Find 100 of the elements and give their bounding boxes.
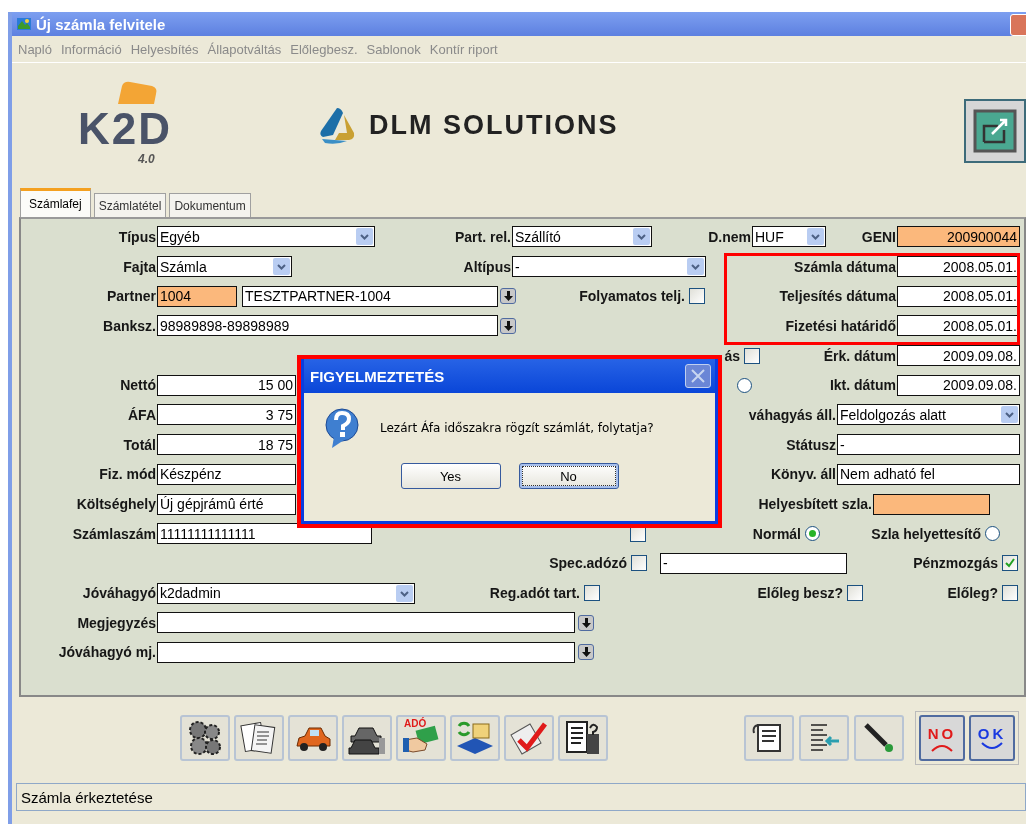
field-label: Fizetési határidő xyxy=(784,317,897,334)
tab[interactable]: Számlatétel xyxy=(93,193,167,217)
tab[interactable]: Számlafej xyxy=(20,188,91,217)
text-field[interactable]: 2009.09.08. xyxy=(897,345,1020,367)
text-field[interactable]: - xyxy=(660,552,847,574)
edit-icon xyxy=(972,108,1018,154)
checkbox[interactable] xyxy=(631,555,647,572)
field-label: Fajta xyxy=(122,258,157,275)
field-label: Part. rel. xyxy=(453,228,512,245)
field-label: Érk. dátum xyxy=(822,347,897,364)
field-label: váhagyás áll. xyxy=(747,406,837,423)
toolbar-button[interactable] xyxy=(342,715,392,761)
field-label: Szla helyettesítő xyxy=(870,525,982,542)
checkbox[interactable] xyxy=(689,288,705,305)
text-field[interactable]: 2008.05.01. xyxy=(897,285,1020,307)
field-label: Nettó xyxy=(119,377,157,394)
field-label: Könyv. áll xyxy=(769,466,837,483)
checkbox[interactable] xyxy=(847,585,863,602)
field-label: Jóváhagyó xyxy=(81,585,157,602)
field-label: Számla dátuma xyxy=(793,258,897,275)
text-field[interactable]: - xyxy=(837,434,1020,456)
down-arrow-icon xyxy=(581,647,591,658)
close-icon xyxy=(691,369,705,383)
dropdown[interactable]: Szállító xyxy=(512,226,652,248)
text-field[interactable]: 98989898-89898989 xyxy=(157,315,498,337)
text-field[interactable]: 11111111111111 xyxy=(157,523,372,545)
smile-icon xyxy=(979,741,1005,752)
dropdown[interactable]: - xyxy=(512,256,706,278)
radio-button[interactable] xyxy=(985,526,1000,542)
lookup-button[interactable] xyxy=(578,644,594,661)
text-field[interactable]: 2008.05.01. xyxy=(897,315,1020,337)
toolbar-button[interactable] xyxy=(799,715,849,761)
text-field[interactable]: 2009.09.08. xyxy=(897,374,1020,396)
field-label: Helyesbített szla. xyxy=(757,496,873,513)
field-label: ás xyxy=(724,347,741,364)
window-title: Új számla felvitele xyxy=(36,15,166,33)
radio-button[interactable] xyxy=(737,377,752,393)
company-name: DLM SOLUTIONS xyxy=(369,109,619,141)
checkbox[interactable] xyxy=(584,585,600,602)
tab[interactable]: Dokumentum xyxy=(169,193,251,217)
text-field[interactable]: 18 75 xyxy=(157,434,296,456)
toolbar-button[interactable] xyxy=(744,715,794,761)
toolbar-button[interactable] xyxy=(558,715,608,761)
logo-version: 4.0 xyxy=(138,152,155,166)
dialog-title: FIGYELMEZTETÉS xyxy=(310,367,445,385)
dropdown[interactable]: Egyéb xyxy=(157,226,375,248)
toolbar-button[interactable] xyxy=(854,715,904,761)
field-label: Előleg? xyxy=(946,585,999,602)
edit-button[interactable] xyxy=(964,99,1026,163)
tax-label: ADÓ xyxy=(404,718,427,729)
status-bar: Számla érkeztetése xyxy=(16,783,1026,811)
dropdown[interactable]: k2dadmin xyxy=(157,582,415,604)
checkbox[interactable] xyxy=(744,347,760,364)
down-arrow-icon xyxy=(503,291,513,302)
dropdown[interactable]: Feldolgozás alatt xyxy=(837,404,1020,426)
field-label: Pénzmozgás xyxy=(912,555,999,572)
text-field[interactable]: 200900044 xyxy=(897,226,1020,248)
text-field[interactable]: Nem adható fel xyxy=(837,463,1020,485)
text-field[interactable]: 1004 xyxy=(157,285,237,307)
field-label: Totál xyxy=(122,436,157,453)
checkbox[interactable] xyxy=(1002,585,1018,602)
app-icon xyxy=(16,16,32,32)
field-label: D.nem xyxy=(707,228,752,245)
k2d-logo: K2D xyxy=(78,107,173,151)
dropdown[interactable]: HUF xyxy=(752,226,826,248)
toolbar-button[interactable] xyxy=(234,715,284,761)
text-field[interactable]: 3 75 xyxy=(157,404,296,426)
field-label: Spec.adózó xyxy=(548,555,628,572)
dialog-button[interactable]: Yes xyxy=(400,463,501,489)
toolbar-button[interactable]: ADÓ xyxy=(396,715,446,761)
toolbar-button[interactable] xyxy=(180,715,230,761)
radio-button[interactable] xyxy=(805,526,820,542)
field-label: Költséghely xyxy=(75,496,157,513)
field-label: Ikt. dátum xyxy=(828,377,897,394)
lookup-button[interactable] xyxy=(578,614,594,631)
lookup-button[interactable] xyxy=(500,288,516,305)
lookup-button[interactable] xyxy=(500,317,516,334)
text-field[interactable]: 15 00 xyxy=(157,374,296,396)
down-arrow-icon xyxy=(503,320,513,331)
text-field[interactable] xyxy=(157,641,575,663)
field-label: Megjegyzés xyxy=(76,614,157,631)
triangle-logo-icon xyxy=(317,105,357,145)
dialog-button[interactable]: No xyxy=(518,463,619,489)
dropdown[interactable]: Számla xyxy=(157,256,292,278)
question-icon xyxy=(324,407,360,449)
text-field[interactable]: TESZTPARTNER-1004 xyxy=(242,285,498,307)
text-field[interactable]: Készpénz xyxy=(157,463,296,485)
field-label: Számlaszám xyxy=(71,525,157,542)
field-label: Partner xyxy=(105,288,157,305)
text-field[interactable]: Új gépjrámû érté xyxy=(157,493,296,515)
text-field[interactable] xyxy=(873,493,990,515)
field-label: Előleg besz? xyxy=(756,585,844,602)
dialog-message: Lezárt Áfa időszakra rögzít számlát, folytatja? xyxy=(380,421,654,435)
text-field[interactable]: 2008.05.01. xyxy=(897,256,1020,278)
face-button[interactable]: OK xyxy=(969,715,1015,761)
field-label: Altípus xyxy=(462,258,512,275)
text-field[interactable] xyxy=(157,612,575,634)
checkbox[interactable] xyxy=(1002,555,1018,572)
toolbar-button[interactable] xyxy=(288,715,338,761)
field-label: Típus xyxy=(117,228,157,245)
